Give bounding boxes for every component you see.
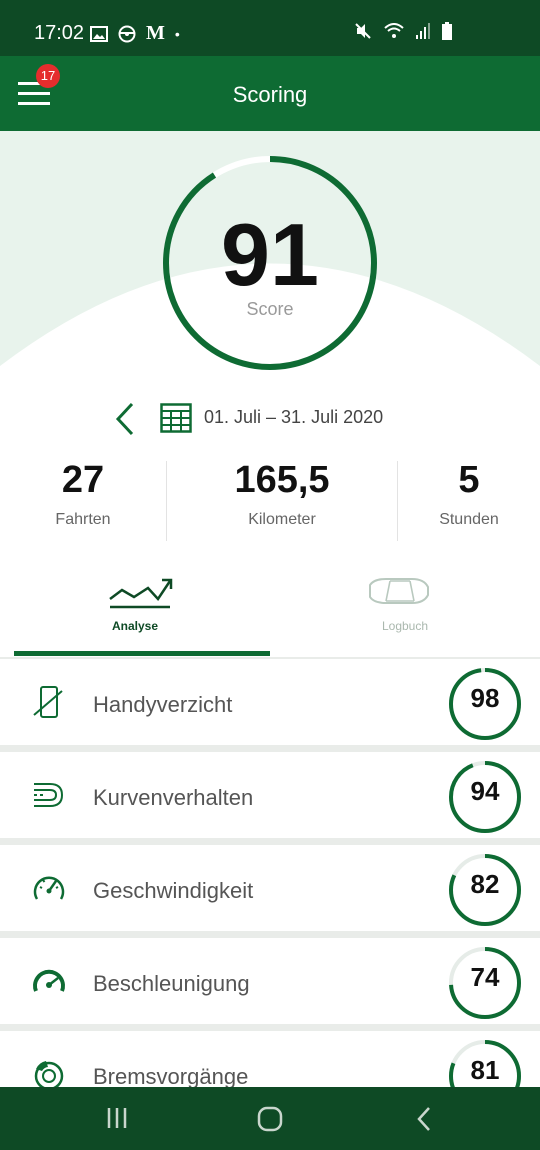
wifi-icon <box>384 23 404 38</box>
list-item-label: Bremsvorgänge <box>93 1064 249 1087</box>
back-icon[interactable] <box>414 1105 434 1133</box>
calendar-icon[interactable] <box>160 403 192 433</box>
stat-label: Kilometer <box>248 511 316 528</box>
stat-label: Fahrten <box>55 511 111 528</box>
page-title: Scoring <box>232 82 308 107</box>
list-item-label: Handyverzicht <box>93 692 233 717</box>
acceleration-gauge-icon <box>33 969 65 992</box>
list-item-beschleunigung[interactable]: Beschleunigung 74 <box>0 938 540 1024</box>
period-selector: 01. Juli – 31. Juli 2020 <box>0 401 540 437</box>
list-item-handyverzicht[interactable]: Handyverzicht 98 <box>0 659 540 745</box>
tab-label: Logbuch <box>381 619 429 633</box>
stat-trips: 27 Fahrten <box>0 461 166 529</box>
list-item-label: Kurvenverhalten <box>93 785 254 810</box>
chevron-left-icon[interactable] <box>112 401 136 437</box>
image-icon <box>90 25 108 42</box>
list-item-score: 94 <box>470 776 500 806</box>
period-range-text: 01. Juli – 31. Juli 2020 <box>204 407 384 427</box>
category-list: Handyverzicht 98 Kurvenverhalten 94 Gesc… <box>0 657 540 1087</box>
score-value: 91 <box>221 205 319 304</box>
mute-vibrate-icon <box>355 23 371 39</box>
status-time: 17:02 <box>34 22 85 44</box>
dot-icon: • <box>174 25 180 42</box>
home-icon[interactable] <box>256 1105 284 1133</box>
score-label: Score <box>246 299 294 319</box>
list-item-kurvenverhalten[interactable]: Kurvenverhalten 94 <box>0 752 540 838</box>
list-item-score: 74 <box>470 962 500 992</box>
list-item-label: Geschwindigkeit <box>93 878 254 903</box>
system-nav-bar <box>0 1087 540 1150</box>
stat-value: 27 <box>61 459 105 501</box>
list-item-geschwindigkeit[interactable]: Geschwindigkeit 82 <box>0 845 540 931</box>
signal-icon <box>416 23 430 39</box>
stat-label: Stunden <box>439 511 499 528</box>
list-item-label: Beschleunigung <box>93 971 250 996</box>
status-icons-right <box>354 22 452 40</box>
battery-icon <box>442 22 452 40</box>
phone-off-icon <box>33 686 63 718</box>
list-item-score: 82 <box>470 869 500 899</box>
stat-hours: 5 Stunden <box>398 461 540 529</box>
app-bar: 17 Scoring <box>0 56 540 131</box>
list-item-score: 81 <box>470 1055 500 1085</box>
curve-icon <box>34 783 64 807</box>
stats-row: 27 Fahrten 165,5 Kilometer 5 Stunden <box>0 461 540 541</box>
list-item-score: 98 <box>470 683 500 713</box>
status-bar: 17:02 M • <box>0 0 540 56</box>
brake-disc-icon <box>34 1061 64 1087</box>
car-icon <box>369 578 429 604</box>
tab-bar: Analyse Logbuch <box>0 571 540 657</box>
status-icons-left: M • <box>90 22 180 45</box>
tab-logbuch[interactable]: Logbuch <box>270 571 540 657</box>
gmail-icon: M <box>146 22 165 44</box>
tab-active-indicator <box>14 651 270 656</box>
stat-kilometers: 165,5 Kilometer <box>167 461 397 529</box>
tab-label: Analyse <box>111 619 159 633</box>
list-item-bremsvorgaenge[interactable]: Bremsvorgänge 81 <box>0 1031 540 1087</box>
tab-analyse[interactable]: Analyse <box>0 571 270 657</box>
score-hero: 91 Score <box>0 131 540 371</box>
recents-icon[interactable] <box>104 1105 130 1131</box>
steering-wheel-icon <box>118 25 136 42</box>
trend-chart-icon <box>109 578 173 609</box>
speedometer-icon <box>33 876 65 900</box>
summary-section: 01. Juli – 31. Juli 2020 27 Fahrten 165,… <box>0 371 540 657</box>
stat-value: 165,5 <box>234 459 330 501</box>
stat-value: 5 <box>458 459 480 501</box>
